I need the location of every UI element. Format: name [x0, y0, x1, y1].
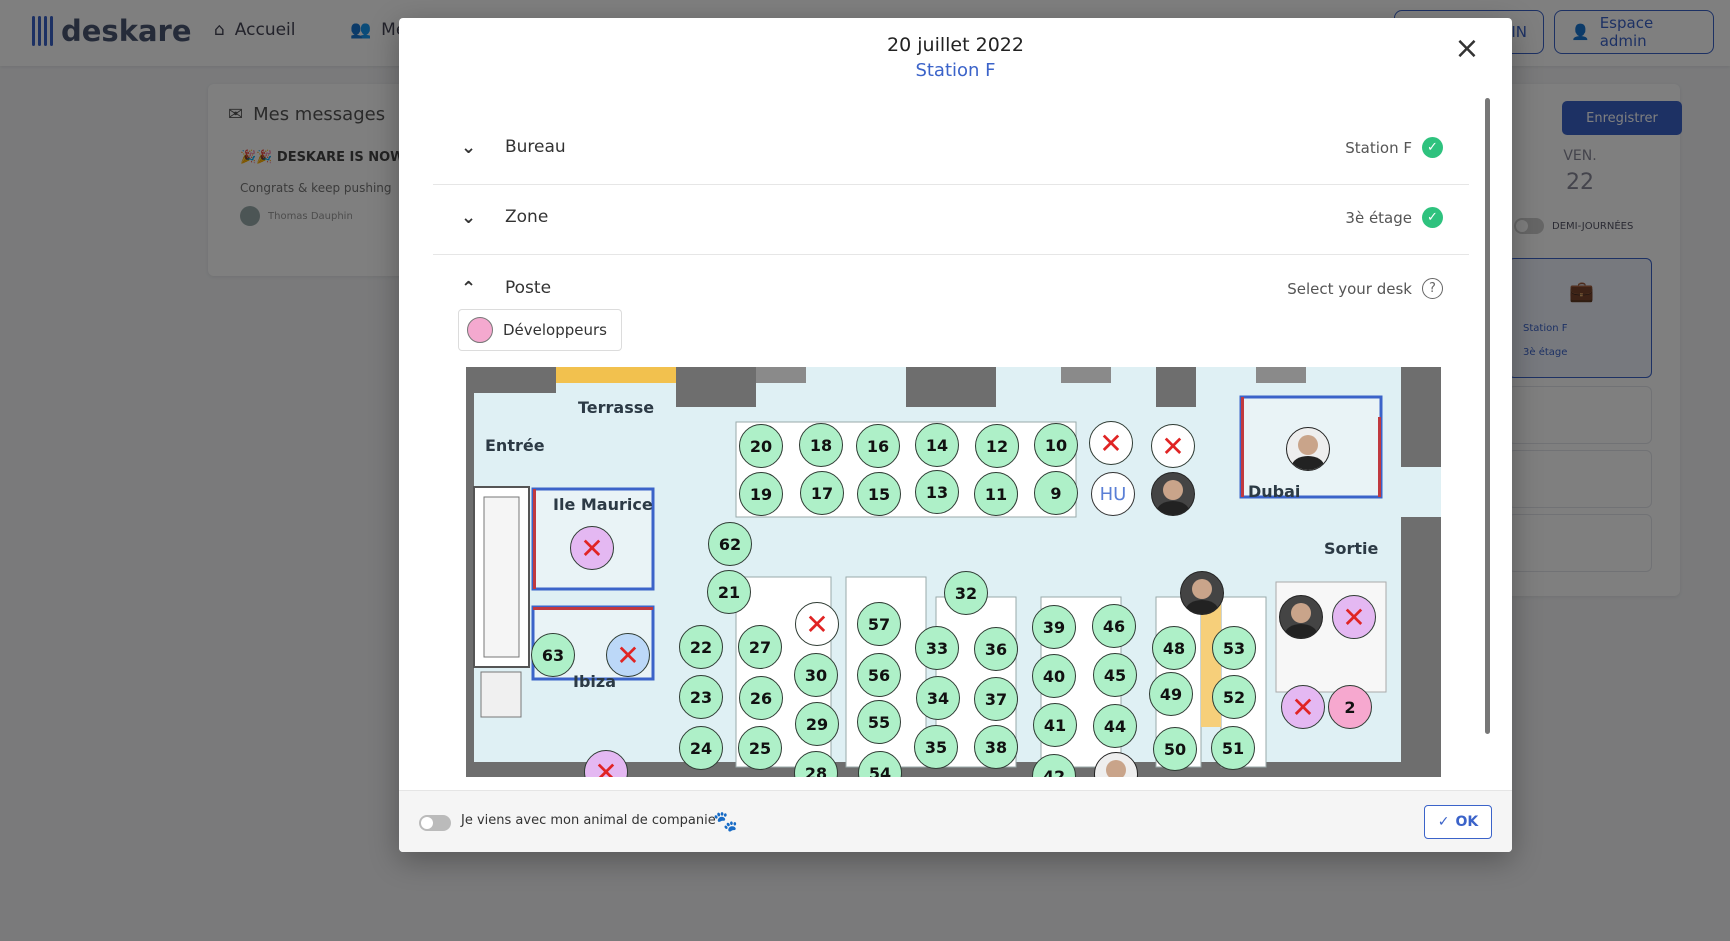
desk-21[interactable]: 21 [707, 570, 751, 614]
desk-56[interactable]: 56 [857, 653, 901, 697]
desk-23[interactable]: 23 [679, 675, 723, 719]
close-icon[interactable]: × [1452, 34, 1482, 64]
desk-53[interactable]: 53 [1212, 626, 1256, 670]
ok-label: OK [1455, 814, 1479, 830]
desk-36[interactable]: 36 [974, 627, 1018, 671]
desk-45[interactable]: 45 [1093, 653, 1137, 697]
desk-29[interactable]: 29 [795, 702, 839, 746]
section-bureau-value-text: Station F [1345, 138, 1412, 157]
section-poste-label: Poste [505, 278, 552, 298]
desk-taken[interactable]: ✕ [606, 633, 650, 677]
room-label-sortie: Sortie [1324, 539, 1379, 558]
chevron-down-icon: ⌄ [461, 207, 477, 228]
desk-44[interactable]: 44 [1093, 704, 1137, 748]
desk-taken[interactable]: ✕ [1332, 595, 1376, 639]
check-icon: ✓ [1422, 137, 1443, 158]
desk-63[interactable]: 63 [531, 633, 575, 677]
desk-18[interactable]: 18 [799, 423, 843, 467]
desk-32[interactable]: 32 [944, 571, 988, 615]
desk-2[interactable]: 2 [1328, 685, 1372, 729]
desk-16[interactable]: 16 [856, 424, 900, 468]
desk-24[interactable]: 24 [679, 726, 723, 770]
modal-station: Station F [915, 60, 996, 81]
team-legend[interactable]: Développeurs [458, 309, 622, 351]
desk-41[interactable]: 41 [1033, 703, 1077, 747]
floor-plan: Terrasse Entrée Ile Maurice Ibiza Dubai … [466, 367, 1441, 777]
desk-taken[interactable]: ✕ [795, 602, 839, 646]
desk-hu[interactable]: HU [1091, 472, 1135, 516]
section-zone[interactable]: ⌄ Zone 3è étage ✓ [433, 185, 1469, 255]
desk-occupied-avatar[interactable] [1151, 472, 1195, 516]
desk-15[interactable]: 15 [857, 472, 901, 516]
desk-33[interactable]: 33 [915, 626, 959, 670]
desk-taken[interactable]: ✕ [1281, 685, 1325, 729]
desk-selection-modal: 20 juillet 2022 Station F × ⌄ Bureau Sta… [399, 18, 1512, 852]
desk-38[interactable]: 38 [974, 725, 1018, 769]
chevron-up-icon: ⌃ [461, 278, 477, 299]
desk-occupied-avatar[interactable] [1279, 595, 1323, 639]
section-zone-value-text: 3è étage [1345, 208, 1412, 227]
desk-taken[interactable]: ✕ [570, 526, 614, 570]
legend-label: Développeurs [503, 321, 607, 339]
legend-color-dot [467, 317, 493, 343]
modal-date: 20 juillet 2022 [887, 34, 1024, 56]
scrollbar[interactable] [1485, 98, 1490, 734]
desk-12[interactable]: 12 [975, 424, 1019, 468]
section-zone-value: 3è étage ✓ [1345, 207, 1443, 228]
desk-9[interactable]: 9 [1034, 471, 1078, 515]
desk-46[interactable]: 46 [1092, 604, 1136, 648]
desk-occupied-avatar[interactable] [1180, 571, 1224, 615]
check-icon: ✓ [1437, 814, 1450, 830]
section-bureau[interactable]: ⌄ Bureau Station F ✓ [433, 115, 1469, 185]
section-zone-label: Zone [505, 207, 549, 227]
room-label-dubai: Dubai [1248, 482, 1301, 501]
pet-toggle[interactable] [419, 815, 451, 831]
desk-62[interactable]: 62 [708, 522, 752, 566]
section-bureau-label: Bureau [505, 137, 566, 157]
section-bureau-value: Station F ✓ [1345, 137, 1443, 158]
room-label-ibiza: Ibiza [573, 672, 616, 691]
room-label-entree: Entrée [485, 436, 545, 455]
desk-57[interactable]: 57 [857, 602, 901, 646]
desk-40[interactable]: 40 [1032, 654, 1076, 698]
room-label-terrasse: Terrasse [578, 398, 655, 417]
desk-25[interactable]: 25 [738, 726, 782, 770]
desk-20[interactable]: 20 [739, 424, 783, 468]
desk-11[interactable]: 11 [974, 472, 1018, 516]
modal-footer: Je viens avec mon animal de companie 🐾 ✓… [399, 790, 1512, 852]
room-label-ile-maurice: Ile Maurice [553, 495, 653, 514]
desk-52[interactable]: 52 [1212, 675, 1256, 719]
desk-30[interactable]: 30 [794, 653, 838, 697]
desk-35[interactable]: 35 [914, 725, 958, 769]
desk-17[interactable]: 17 [800, 471, 844, 515]
desk-10[interactable]: 10 [1034, 423, 1078, 467]
desk-49[interactable]: 49 [1149, 672, 1193, 716]
desk-26[interactable]: 26 [739, 676, 783, 720]
desk-22[interactable]: 22 [679, 625, 723, 669]
chevron-down-icon: ⌄ [461, 137, 477, 158]
desk-taken[interactable]: ✕ [1151, 424, 1195, 468]
desk-14[interactable]: 14 [915, 423, 959, 467]
desk-occupied-avatar[interactable] [1286, 427, 1330, 471]
desk-48[interactable]: 48 [1152, 626, 1196, 670]
check-icon: ✓ [1422, 207, 1443, 228]
desk-27[interactable]: 27 [738, 625, 782, 669]
ok-button[interactable]: ✓ OK [1424, 805, 1492, 839]
desk-19[interactable]: 19 [739, 472, 783, 516]
desk-34[interactable]: 34 [916, 676, 960, 720]
section-poste-value-text: Select your desk [1287, 279, 1412, 298]
desk-taken[interactable]: ✕ [1089, 421, 1133, 465]
paw-icon: 🐾 [713, 809, 738, 833]
desk-37[interactable]: 37 [974, 677, 1018, 721]
desk-13[interactable]: 13 [915, 470, 959, 514]
desk-39[interactable]: 39 [1032, 605, 1076, 649]
section-poste-value: Select your desk ? [1287, 278, 1443, 299]
desk-50[interactable]: 50 [1153, 727, 1197, 771]
desk-55[interactable]: 55 [857, 700, 901, 744]
desk-51[interactable]: 51 [1211, 726, 1255, 770]
help-icon[interactable]: ? [1422, 278, 1443, 299]
pet-label: Je viens avec mon animal de companie [461, 813, 716, 828]
